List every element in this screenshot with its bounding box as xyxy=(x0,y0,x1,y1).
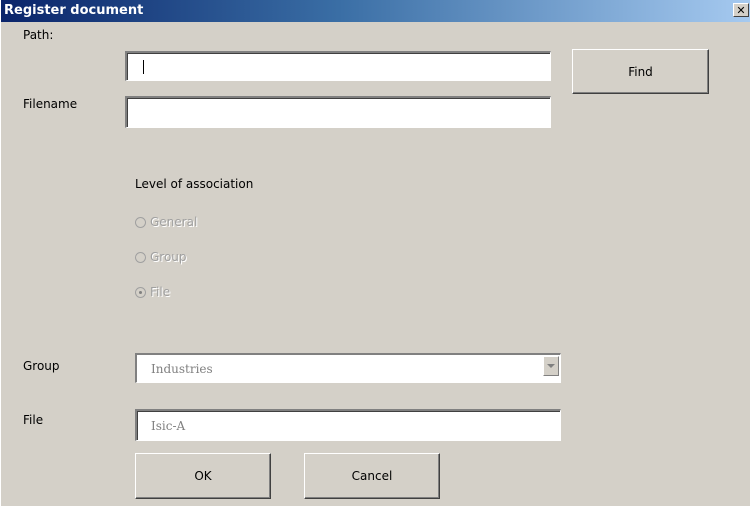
radio-file[interactable]: File xyxy=(135,284,170,300)
window-title: Register document xyxy=(4,3,144,18)
radio-group-label: Group xyxy=(150,250,187,264)
filename-input[interactable] xyxy=(125,96,551,128)
filename-label: Filename xyxy=(23,97,78,111)
register-document-dialog: Register document ✕ Path: Find Filename … xyxy=(0,0,750,506)
radio-button-general[interactable] xyxy=(135,216,146,228)
path-input[interactable] xyxy=(125,51,551,81)
association-heading: Level of association xyxy=(135,177,254,191)
title-bar: Register document ✕ xyxy=(1,0,750,22)
group-label: Group xyxy=(23,359,60,373)
ok-button[interactable]: OK xyxy=(135,453,271,499)
path-label: Path: xyxy=(23,28,54,42)
find-button[interactable]: Find xyxy=(572,49,709,94)
cancel-button-label: Cancel xyxy=(351,469,393,483)
radio-group[interactable]: Group xyxy=(135,249,187,265)
close-button[interactable]: ✕ xyxy=(733,3,749,17)
file-label: File xyxy=(23,413,44,427)
radio-general[interactable]: General xyxy=(135,214,197,230)
file-value: Isic-A xyxy=(151,418,186,433)
cancel-button[interactable]: Cancel xyxy=(304,453,440,499)
file-input[interactable]: Isic-A xyxy=(135,409,561,441)
chevron-down-icon xyxy=(547,363,555,368)
ok-button-label: OK xyxy=(194,469,212,483)
close-icon: ✕ xyxy=(736,3,746,17)
radio-general-label: General xyxy=(150,215,198,229)
text-caret xyxy=(143,59,144,74)
radio-button-group[interactable] xyxy=(135,251,146,263)
group-select[interactable]: Industries xyxy=(135,353,561,383)
radio-button-file[interactable] xyxy=(135,286,146,298)
group-select-value: Industries xyxy=(151,361,213,376)
dropdown-button[interactable] xyxy=(543,356,559,376)
find-button-label: Find xyxy=(628,64,653,79)
radio-file-label: File xyxy=(150,285,171,299)
